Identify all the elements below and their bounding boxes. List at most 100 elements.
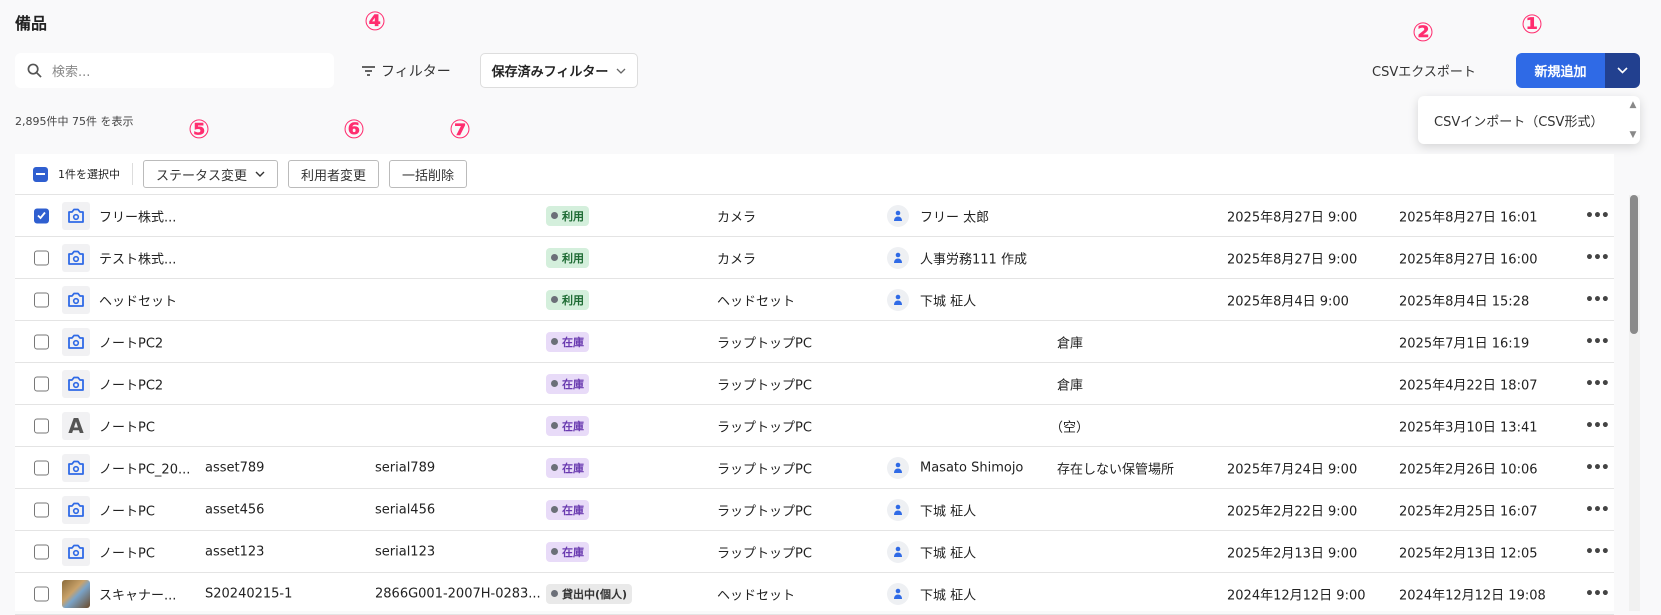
scrollbar-thumb[interactable] xyxy=(1630,195,1638,334)
table-row[interactable]: ヘッドセット 利用 ヘッドセット 下城 柾人 2025年8月4日 9:00 2025年8月… xyxy=(15,279,1614,321)
more-actions-icon[interactable]: ••• xyxy=(1585,418,1610,434)
user-name[interactable]: Masato Shimojo xyxy=(920,460,1023,475)
status-label: 在庫 xyxy=(562,377,584,391)
annotation-2: ② xyxy=(1412,18,1435,48)
filter-button[interactable]: フィルター xyxy=(362,53,451,88)
user-name[interactable]: 下城 柾人 xyxy=(920,500,976,519)
table-row[interactable]: A ノートPC 在庫 ラップトップPC （空） 2025年3月10日 13:41 ••• xyxy=(15,405,1614,447)
updated-date: 2025年8月4日 15:28 xyxy=(1399,294,1530,309)
row-checkbox[interactable] xyxy=(34,292,49,307)
row-checkbox[interactable] xyxy=(34,502,49,517)
user-avatar-icon xyxy=(887,288,909,311)
category: ラップトップPC xyxy=(717,546,812,561)
table-row[interactable]: ノートPC2 在庫 ラップトップPC 倉庫 2025年7月1日 16:19 ••• xyxy=(15,321,1614,363)
row-checkbox[interactable] xyxy=(34,334,49,349)
table-row[interactable]: ノートPC_20... asset789 serial789 在庫 ラップトップPC Ma… xyxy=(15,447,1614,489)
item-name[interactable]: フリー株式... xyxy=(99,206,176,225)
filter-icon xyxy=(362,65,375,76)
user-name[interactable]: 下城 柾人 xyxy=(920,290,976,309)
menu-scrollbar[interactable]: ▲ ▼ xyxy=(1626,96,1640,144)
user-avatar-icon xyxy=(887,498,909,521)
scroll-up-icon[interactable]: ▲ xyxy=(1630,100,1637,110)
item-name[interactable]: テスト株式... xyxy=(99,248,176,267)
category: ラップトップPC xyxy=(717,420,812,435)
table-row[interactable]: ノートPC asset456 serial456 在庫 ラップトップPC 下城 柾人 202… xyxy=(15,489,1614,531)
csv-export-button[interactable]: CSVエクスポート xyxy=(1372,53,1476,88)
status-badge: 利用 xyxy=(546,289,589,310)
more-actions-icon[interactable]: ••• xyxy=(1585,460,1610,476)
status-badge: 在庫 xyxy=(546,331,589,352)
row-checkbox[interactable] xyxy=(34,208,49,223)
user-name[interactable]: 下城 柾人 xyxy=(920,584,976,603)
status-dot xyxy=(551,422,558,429)
row-checkbox[interactable] xyxy=(34,460,49,475)
new-add-button[interactable]: 新規追加 xyxy=(1516,53,1605,88)
updated-date: 2025年8月27日 16:01 xyxy=(1399,210,1538,225)
item-name[interactable]: ノートPC_20... xyxy=(99,458,190,477)
category: ラップトップPC xyxy=(717,378,812,393)
updated-date: 2025年7月1日 16:19 xyxy=(1399,336,1530,351)
location: （空） xyxy=(1050,420,1090,435)
row-checkbox[interactable] xyxy=(34,376,49,391)
item-name[interactable]: ヘッドセット xyxy=(99,290,177,309)
user-name[interactable]: 人事労務111 作成 xyxy=(920,248,1027,267)
more-actions-icon[interactable]: ••• xyxy=(1585,586,1610,602)
start-date: 2025年8月27日 9:00 xyxy=(1227,252,1358,267)
table-row[interactable]: ノートPC2 在庫 ラップトップPC 倉庫 2025年4月22日 18:07 ••• xyxy=(15,363,1614,405)
asset-number: asset123 xyxy=(205,544,265,559)
item-name[interactable]: ノートPC2 xyxy=(99,332,163,351)
row-checkbox[interactable] xyxy=(34,250,49,265)
row-checkbox[interactable] xyxy=(34,544,49,559)
table-row[interactable]: スキャナー... S20240215-1 2866G001-2007H-0283..… xyxy=(15,573,1614,615)
more-actions-icon[interactable]: ••• xyxy=(1585,544,1610,560)
item-name[interactable]: ノートPC xyxy=(99,416,155,435)
bulk-delete-button[interactable]: 一括削除 xyxy=(389,160,468,188)
serial-number: serial456 xyxy=(375,502,436,517)
table-scrollbar[interactable] xyxy=(1629,195,1640,611)
selected-count: 1件を選択中 xyxy=(58,163,133,185)
asset-number: S20240215-1 xyxy=(205,586,293,601)
select-all-checkbox[interactable] xyxy=(33,166,48,182)
more-actions-icon[interactable]: ••• xyxy=(1585,208,1610,224)
chevron-down-icon xyxy=(616,68,626,74)
table-row[interactable]: フリー株式... 利用 カメラ フリー 太郎 2025年8月27日 9:00 2025年8… xyxy=(15,195,1614,237)
start-date: 2025年8月4日 9:00 xyxy=(1227,294,1349,309)
more-actions-icon[interactable]: ••• xyxy=(1585,292,1610,308)
annotation-6: ⑥ xyxy=(343,115,366,145)
item-name[interactable]: ノートPC xyxy=(99,500,155,519)
status-label: 在庫 xyxy=(562,419,584,433)
camera-icon xyxy=(62,495,90,524)
saved-filter-dropdown[interactable]: 保存済みフィルター xyxy=(480,53,638,88)
camera-icon xyxy=(62,537,90,566)
more-actions-icon[interactable]: ••• xyxy=(1585,376,1610,392)
status-label: 在庫 xyxy=(562,545,584,559)
start-date: 2025年8月27日 9:00 xyxy=(1227,210,1358,225)
status-dot xyxy=(551,254,558,261)
menu-item-csv-import[interactable]: CSVインポート（CSV形式） xyxy=(1434,111,1603,130)
status-change-button[interactable]: ステータス変更 xyxy=(143,160,279,188)
more-actions-icon[interactable]: ••• xyxy=(1585,250,1610,266)
more-actions-icon[interactable]: ••• xyxy=(1585,334,1610,350)
user-name[interactable]: 下城 柾人 xyxy=(920,542,976,561)
row-checkbox[interactable] xyxy=(34,418,49,433)
item-name[interactable]: スキャナー... xyxy=(99,584,176,603)
more-actions-icon[interactable]: ••• xyxy=(1585,502,1610,518)
item-name[interactable]: ノートPC xyxy=(99,542,155,561)
status-dot xyxy=(551,380,558,387)
status-badge: 在庫 xyxy=(546,457,589,478)
scroll-down-icon[interactable]: ▼ xyxy=(1630,130,1637,140)
saved-filter-label: 保存済みフィルター xyxy=(491,65,609,80)
table-row[interactable]: テスト株式... 利用 カメラ 人事労務111 作成 2025年8月27日 9:00 20… xyxy=(15,237,1614,279)
camera-icon xyxy=(62,369,90,398)
user-name[interactable]: フリー 太郎 xyxy=(920,206,989,225)
camera-icon xyxy=(62,201,90,230)
updated-date: 2025年2月25日 16:07 xyxy=(1399,504,1538,519)
table-row[interactable]: ノートPC asset123 serial123 在庫 ラップトップPC 下城 柾人 202… xyxy=(15,531,1614,573)
row-checkbox[interactable] xyxy=(34,586,49,601)
new-add-dropdown-toggle[interactable] xyxy=(1605,53,1640,88)
user-avatar-icon xyxy=(887,540,909,563)
item-name[interactable]: ノートPC2 xyxy=(99,374,163,393)
search-input[interactable]: 検索... xyxy=(15,53,334,88)
user-change-button[interactable]: 利用者変更 xyxy=(288,160,380,188)
status-badge: 在庫 xyxy=(546,499,589,520)
